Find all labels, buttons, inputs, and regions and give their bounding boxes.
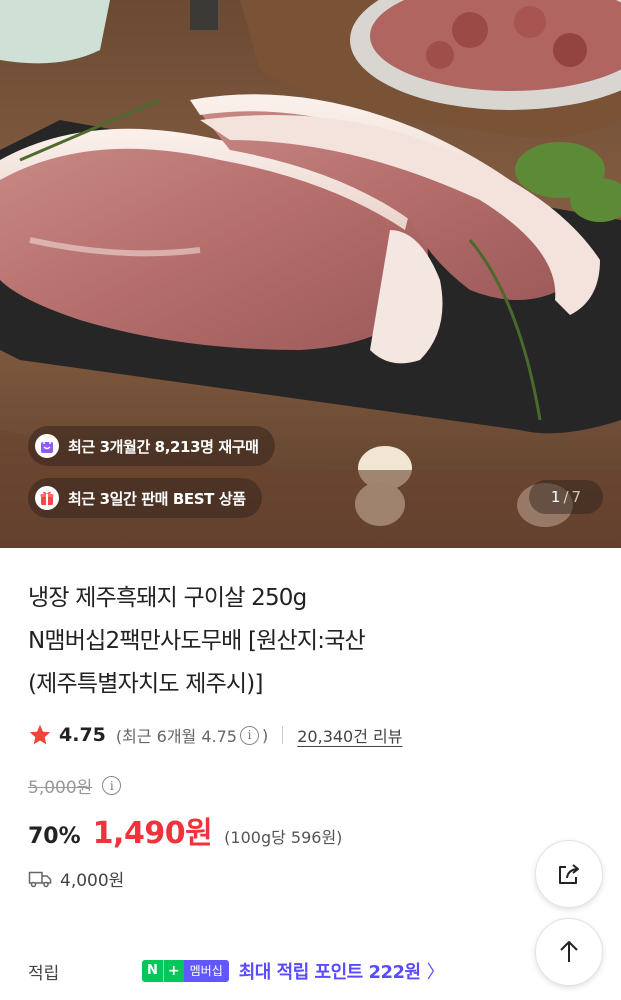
original-price-value: 5,000원	[28, 778, 93, 798]
star-icon	[29, 724, 51, 745]
gift-icon	[35, 486, 59, 510]
points-row[interactable]: 적립 N + 멤버십 최대 적립 포인트 222원 〉	[28, 958, 445, 984]
best-seller-badge-text: 최근 3일간 판매 BEST 상품	[68, 489, 246, 508]
recent-rating-close: )	[262, 725, 269, 745]
image-counter-current: 1	[550, 488, 561, 506]
shopping-bag-icon	[35, 434, 59, 458]
recent-rating: (최근 6개월 4.75 i )	[116, 723, 268, 747]
max-points-text: 최대 적립 포인트 222원	[238, 962, 421, 983]
share-button[interactable]	[535, 840, 603, 908]
discount-rate: 70%	[28, 824, 81, 849]
divider	[282, 726, 284, 744]
delivery-truck-icon	[28, 871, 52, 887]
best-seller-badge: 최근 3일간 판매 BEST 상품	[28, 478, 262, 518]
share-icon	[559, 864, 579, 884]
scroll-to-top-button[interactable]	[535, 918, 603, 986]
product-title-line: 냉장 제주흑돼지 구이살 250g	[28, 585, 307, 611]
rating-score: 4.75	[59, 724, 106, 746]
original-price: 5,000원 i	[28, 773, 124, 798]
points-label: 적립	[28, 963, 60, 984]
recent-rating-text: (최근 6개월 4.75	[115, 727, 237, 746]
product-title-line: N맴버십2팩만사도무배 [원산지:국산	[28, 628, 366, 654]
image-counter: 1 / 7	[529, 480, 603, 514]
product-title: 냉장 제주흑돼지 구이살 250g N맴버십2팩만사도무배 [원산지:국산 (제…	[28, 577, 588, 706]
naver-plus-membership-badge: N + 멤버십	[142, 960, 229, 982]
rating-row: 4.75 (최근 6개월 4.75 i ) 20,340건 리뷰	[28, 720, 402, 750]
review-count-link[interactable]: 20,340건 리뷰	[297, 723, 402, 747]
arrow-up-icon	[560, 941, 578, 962]
shipping-fee: 4,000원	[60, 871, 125, 891]
price-row: 70% 1,490원 (100g당 596원)	[28, 808, 342, 852]
sale-price: 1,490원	[92, 816, 213, 851]
naver-n-logo: N	[142, 960, 163, 982]
rebuy-badge: 최근 3개월간 8,213명 재구매	[28, 426, 275, 466]
rebuy-badge-text: 최근 3개월간 8,213명 재구매	[68, 437, 259, 456]
unit-price: (100g당 596원)	[224, 828, 343, 847]
plus-icon: +	[162, 960, 184, 982]
product-title-line: (제주특별자치도 제주시)]	[28, 671, 263, 697]
image-counter-total: 7	[571, 488, 582, 506]
chevron-right-icon: 〉	[426, 962, 445, 983]
max-points-link[interactable]: 최대 적립 포인트 222원 〉	[238, 958, 445, 984]
info-icon[interactable]: i	[240, 725, 259, 745]
product-image[interactable]: 최근 3개월간 8,213명 재구매 최근 3일간 판매 BEST 상품 1 /…	[0, 0, 621, 548]
membership-label: 멤버십	[183, 960, 229, 982]
shipping-fee-row: 4,000원	[28, 866, 124, 891]
image-counter-separator: /	[563, 488, 569, 506]
price-info-icon[interactable]: i	[102, 776, 122, 795]
